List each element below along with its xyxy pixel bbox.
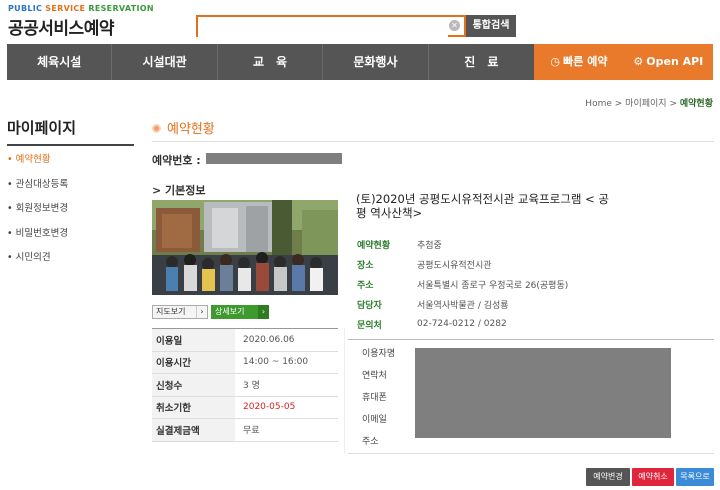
- breadcrumb: Home > 마이페이지 > 예약현황: [585, 99, 713, 109]
- nav-quick-area: ◷ 빠른 예약 ⚙ Open API: [534, 44, 714, 80]
- info-key: 신청수: [152, 373, 235, 397]
- info-value: 3 명: [235, 373, 338, 397]
- program-title: (토)2020년 공평도시유적전시관 교육프로그램 < 공평 역사산책>: [356, 192, 609, 220]
- sidebar-item-interest[interactable]: • 관심대상등록: [7, 178, 134, 203]
- search-button[interactable]: 통합검색: [466, 15, 516, 37]
- list-item: 예약현황 추첨중: [357, 240, 442, 251]
- sidebar-menu: • 예약현황 • 관심대상등록 • 회원정보변경 • 비밀번호변경 • 시민의견: [7, 153, 134, 276]
- title-bullet-icon: [152, 124, 161, 133]
- search-box: ✕: [196, 15, 466, 38]
- sidebar-item-opinion[interactable]: • 시민의견: [7, 251, 134, 276]
- table-row: 이용시간 14:00 ~ 16:00: [152, 351, 338, 374]
- info-value: 14:00 ~ 16:00: [235, 351, 338, 374]
- quick-reserve-button[interactable]: ◷ 빠른 예약: [534, 44, 624, 80]
- nav-item-education[interactable]: 교 육: [218, 44, 324, 80]
- user-label: 연락처: [362, 371, 387, 381]
- list-item: 담당자 서울역사박물관 / 김성룡: [357, 300, 509, 311]
- cancel-reservation-button[interactable]: 예약취소: [632, 468, 674, 486]
- clear-icon[interactable]: ✕: [449, 20, 460, 31]
- chevron-right-icon: ›: [258, 305, 269, 319]
- breadcrumb-current: 예약현황: [679, 99, 713, 109]
- sidebar-item-member-info[interactable]: • 회원정보변경: [7, 202, 134, 227]
- breadcrumb-home[interactable]: Home: [585, 99, 612, 109]
- table-row: 신청수 3 명: [152, 373, 338, 397]
- table-row: 실결제금액 무료: [152, 418, 338, 442]
- basic-info-heading: > 기본정보: [152, 184, 206, 197]
- list-item: 장소 공평도시유적전시관: [357, 260, 492, 271]
- user-label: 이메일: [362, 415, 387, 425]
- info-value: 무료: [235, 418, 338, 442]
- nav-item-sports[interactable]: 체육시설: [7, 44, 113, 80]
- search-input[interactable]: [198, 19, 448, 38]
- breadcrumb-mypage[interactable]: 마이페이지: [625, 99, 666, 109]
- table-row: 이용일 2020.06.06: [152, 328, 338, 352]
- reservation-number-label: 예약번호 :: [152, 154, 201, 167]
- info-key: 취소기한: [152, 396, 235, 419]
- user-info-box: 이용자명 연락처 휴대폰 이메일 주소: [348, 339, 714, 454]
- chevron-right-icon: ›: [196, 306, 207, 318]
- program-photo: [152, 200, 338, 295]
- change-reservation-button[interactable]: 예약변경: [586, 468, 630, 486]
- reservation-number-masked: [206, 153, 342, 164]
- info-value: 2020.06.06: [235, 328, 338, 352]
- list-item: 문의처 02-724-0212 / 0282: [357, 319, 507, 331]
- info-key: 이용시간: [152, 351, 235, 374]
- table-row: 취소기한 2020-05-05: [152, 396, 338, 419]
- main-nav: 체육시설 시설대관 교 육 문화행사 진 료 ◷ 빠른 예약 ⚙ Open API: [7, 44, 714, 80]
- program-photo-image: [152, 200, 338, 295]
- nav-item-culture[interactable]: 문화행사: [323, 44, 429, 80]
- sidebar-item-password[interactable]: • 비밀번호변경: [7, 227, 134, 252]
- map-view-button[interactable]: 지도보기 ›: [152, 305, 208, 319]
- clock-icon: ◷: [550, 55, 560, 68]
- gear-icon: ⚙: [633, 55, 644, 68]
- user-label: 주소: [362, 437, 379, 447]
- detail-view-button[interactable]: 상세보기 ›: [211, 305, 269, 319]
- info-key: 실결제금액: [152, 418, 235, 442]
- open-api-button[interactable]: ⚙ Open API: [624, 44, 714, 80]
- reservation-info-table: 이용일 2020.06.06 이용시간 14:00 ~ 16:00 신청수 3 …: [152, 328, 338, 442]
- divider: [344, 328, 345, 454]
- nav-item-facility[interactable]: 시설대관: [112, 44, 218, 80]
- site-logo[interactable]: 공공서비스예약: [8, 14, 114, 39]
- sidebar-item-reservation[interactable]: • 예약현황: [7, 153, 134, 178]
- list-item: 주소 서울특별시 종로구 우정국로 26(공평동): [357, 280, 569, 291]
- back-to-list-button[interactable]: 목록으로: [676, 468, 714, 486]
- user-label: 휴대폰: [362, 393, 387, 403]
- user-info-masked: [415, 348, 671, 438]
- info-value: 2020-05-05: [235, 396, 338, 419]
- info-key: 이용일: [152, 328, 235, 352]
- user-info-labels: 이용자명 연락처 휴대폰 이메일 주소: [362, 347, 395, 457]
- page-title: 예약현황: [152, 118, 714, 142]
- nav-item-medical[interactable]: 진 료: [429, 44, 534, 80]
- sidebar-title: 마이페이지: [7, 117, 134, 146]
- logo-tagline: PUBLIC SERVICE RESERVATION: [8, 4, 154, 13]
- program-info: 예약현황 추첨중 장소 공평도시유적전시관 주소 서울특별시 종로구 우정국로 …: [357, 234, 677, 334]
- user-label: 이용자명: [362, 349, 396, 359]
